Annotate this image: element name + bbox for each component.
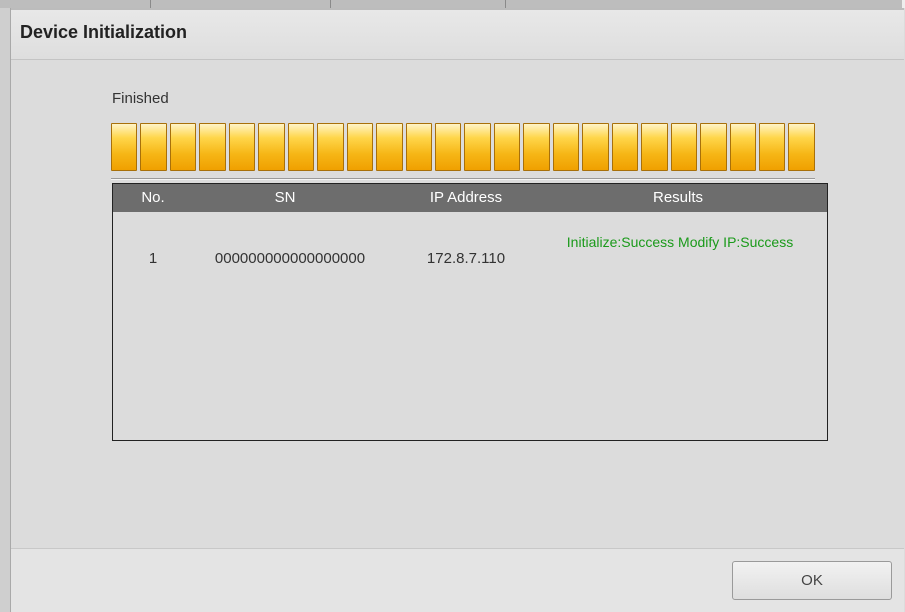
progress-segment — [464, 123, 491, 171]
divider — [111, 178, 815, 180]
dialog-title: Device Initialization — [20, 22, 188, 42]
dialog-titlebar[interactable]: Device Initialization — [11, 8, 904, 60]
progress-segment — [376, 123, 403, 171]
progress-segment — [700, 123, 727, 171]
progress-segment — [523, 123, 550, 171]
ok-button[interactable]: OK — [732, 561, 892, 600]
progress-segment — [758, 123, 786, 171]
progress-segment — [611, 123, 639, 171]
column-header-sn: SN — [274, 189, 296, 206]
table-row[interactable]: 1 000000000000000000 172.8.7.110 Initial… — [113, 228, 827, 288]
progress-segment — [582, 123, 609, 171]
progress-segment — [228, 123, 256, 171]
table-header: No. SN IP Address Results — [113, 184, 827, 212]
progress-segment — [788, 123, 815, 171]
column-header-no: No. — [141, 189, 165, 206]
progress-segment — [729, 123, 756, 171]
background-tab-divider — [330, 0, 331, 8]
progress-segment — [493, 123, 521, 171]
progress-segment — [317, 123, 344, 171]
progress-segment — [641, 123, 668, 171]
results-table: No. SN IP Address Results 1 000000000000… — [112, 183, 828, 441]
cell-sn: 000000000000000000 — [214, 250, 366, 267]
cell-results: Initialize:Success Modify IP:Success — [566, 234, 794, 250]
progress-status-label: Finished — [112, 90, 169, 107]
progress-segment — [346, 123, 374, 171]
progress-segment — [199, 123, 226, 171]
progress-segment — [287, 123, 315, 171]
column-header-results: Results — [652, 189, 704, 206]
background-app-strip — [0, 0, 905, 8]
progress-segment — [140, 123, 167, 171]
device-initialization-dialog: Device Initialization Finished No. SN IP… — [10, 8, 905, 612]
dialog-footer: OK — [11, 548, 904, 612]
progress-segment — [552, 123, 580, 171]
progress-bar — [111, 123, 815, 171]
progress-segment — [405, 123, 432, 171]
background-tab-divider — [150, 0, 151, 8]
cell-no: 1 — [148, 250, 158, 267]
column-header-ip-address: IP Address — [429, 189, 503, 206]
progress-segment — [670, 123, 698, 171]
progress-segment — [169, 123, 197, 171]
progress-segment — [258, 123, 285, 171]
cell-ip-address: 172.8.7.110 — [426, 250, 506, 267]
progress-segment — [434, 123, 462, 171]
progress-segment — [111, 123, 138, 171]
background-tab-divider — [505, 0, 506, 8]
